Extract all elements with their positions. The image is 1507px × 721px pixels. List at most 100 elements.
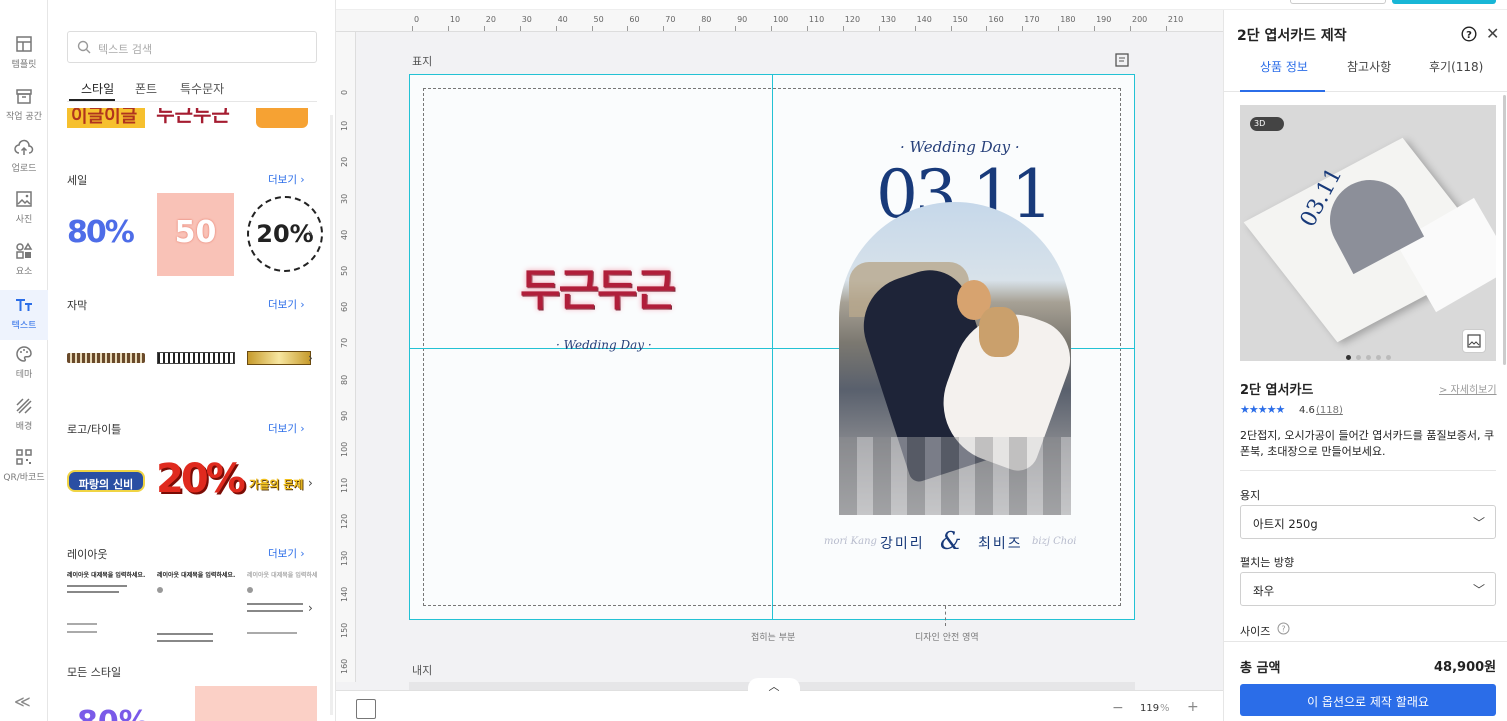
- sale-thumb-80[interactable]: 80%: [67, 215, 145, 255]
- chevron-down-icon: ﹀: [1472, 583, 1485, 597]
- style-thumb[interactable]: [195, 686, 317, 721]
- ruler-tick-label: 30: [340, 193, 349, 204]
- tab-font[interactable]: 폰트: [135, 80, 157, 97]
- section-title-layout: 레이아웃: [67, 548, 108, 561]
- more-link-caption[interactable]: 더보기 ›: [268, 297, 305, 312]
- ruler-tick-label: 70: [665, 15, 676, 24]
- header-button[interactable]: [1290, 0, 1386, 4]
- title-dugeun[interactable]: 두근두근: [520, 254, 676, 318]
- style-thumb[interactable]: 이글이글: [67, 108, 145, 128]
- header-primary-button[interactable]: [1392, 0, 1496, 4]
- tab-reviews[interactable]: 후기(118): [1429, 58, 1483, 75]
- total-value: 48,900원: [1434, 660, 1497, 675]
- ruler-tick-label: 120: [844, 15, 861, 24]
- product-image[interactable]: 03.11 3D: [1240, 105, 1496, 361]
- panel-scrollbar[interactable]: [330, 115, 333, 715]
- zoom-out-button[interactable]: −: [1112, 700, 1124, 716]
- tab-style[interactable]: 스타일: [81, 80, 114, 97]
- logo-thumb[interactable]: 파랑의 신비: [67, 470, 145, 492]
- template-icon: [16, 36, 32, 52]
- caption-thumb[interactable]: [157, 352, 235, 364]
- safe-label: 디자인 안전 영역: [915, 633, 979, 643]
- image-icon[interactable]: [1462, 329, 1486, 353]
- style-thumb[interactable]: [256, 108, 312, 128]
- rail-item-qr[interactable]: QR/바코드: [0, 447, 48, 497]
- workspace-icon: [16, 89, 32, 104]
- zoom-value[interactable]: 119: [1140, 703, 1159, 714]
- page-thumb-button[interactable]: [356, 699, 376, 719]
- ruler-tick: [483, 26, 485, 31]
- chevron-right-icon[interactable]: ›: [308, 226, 313, 240]
- more-link-layout[interactable]: 더보기 ›: [268, 546, 305, 561]
- ruler-tick-label: 120: [340, 514, 349, 530]
- layout-thumb[interactable]: 레이아웃 대제목을 입력하세요.: [157, 570, 237, 648]
- 3d-toggle[interactable]: 3D: [1250, 117, 1284, 131]
- left-wedding-day[interactable]: · Wedding Day ·: [556, 338, 652, 352]
- carousel-dots[interactable]: [1346, 345, 1396, 360]
- zoom-in-button[interactable]: +: [1187, 699, 1199, 715]
- rail-item-upload[interactable]: 업로드: [0, 138, 48, 188]
- ruler-tick: [950, 26, 952, 31]
- fold-direction-select[interactable]: 좌우 ﹀: [1240, 572, 1496, 606]
- review-count[interactable]: (118): [1316, 405, 1343, 416]
- ampersand[interactable]: &: [940, 527, 961, 555]
- ruler-tick-label: 100: [773, 15, 789, 24]
- help-icon[interactable]: ?: [1277, 622, 1290, 635]
- rail-item-theme[interactable]: 테마: [0, 344, 48, 394]
- rail-item-background[interactable]: 배경: [0, 396, 48, 446]
- chevron-up-icon[interactable]: ︿: [748, 678, 800, 693]
- logo-thumb[interactable]: 가을의 문제: [249, 476, 315, 498]
- bottom-toolbar: [336, 690, 1223, 721]
- ruler-tick-label: 150: [340, 622, 349, 638]
- rail-item-workspace[interactable]: 작업 공간: [0, 86, 48, 136]
- upload-icon: [14, 139, 34, 155]
- bride-en[interactable]: bizj Choi: [1032, 536, 1076, 547]
- ruler-tick: [663, 26, 665, 31]
- rail-item-elements[interactable]: 요소: [0, 241, 48, 291]
- groom-en[interactable]: mori Kang: [824, 536, 877, 547]
- ruler-tick-label: 140: [340, 586, 349, 602]
- chevron-right-icon[interactable]: ›: [308, 476, 313, 490]
- chevron-right-icon[interactable]: ›: [308, 601, 313, 615]
- memo-icon[interactable]: [1115, 53, 1129, 67]
- close-icon[interactable]: ✕: [1486, 24, 1499, 43]
- bride-name[interactable]: 최비즈: [978, 533, 1023, 553]
- chevron-right-icon[interactable]: ›: [308, 351, 313, 365]
- style-thumb[interactable]: 80%: [77, 705, 167, 721]
- cover-label: 표지: [412, 55, 433, 68]
- ruler-tick-label: 0: [414, 15, 420, 24]
- rail-item-text[interactable]: 텍스트: [0, 290, 48, 340]
- product-description: 2단접지, 오시가공이 들어간 엽서카드를 품질보증서, 쿠폰북, 초대장으로 …: [1240, 429, 1495, 458]
- rail-item-template[interactable]: 템플릿: [0, 34, 48, 84]
- groom-name[interactable]: 강미리: [880, 533, 925, 553]
- ruler-tick-label: 110: [808, 15, 825, 24]
- fold-direction-label: 펼치는 방향: [1240, 556, 1295, 569]
- ruler-tick-label: 140: [916, 15, 932, 24]
- order-button[interactable]: 이 옵션으로 제작 할래요: [1240, 684, 1496, 716]
- more-link-sale[interactable]: 더보기 ›: [268, 172, 305, 187]
- tab-special-char[interactable]: 특수문자: [180, 80, 224, 97]
- couple-photo[interactable]: [839, 202, 1071, 515]
- collapse-icon[interactable]: ≪: [14, 692, 31, 711]
- panel-scrollbar[interactable]: [1503, 95, 1506, 365]
- search-icon: [77, 40, 91, 54]
- layout-thumb[interactable]: 레이아웃 대제목을 입력하세요.: [67, 570, 147, 648]
- sale-thumb-50[interactable]: 50: [157, 193, 234, 276]
- more-link-logo[interactable]: 더보기 ›: [268, 421, 305, 436]
- right-wedding-day[interactable]: · Wedding Day ·: [900, 138, 1020, 156]
- detail-link[interactable]: > 자세히보기: [1439, 381, 1497, 396]
- tab-product-info[interactable]: 상품 정보: [1260, 58, 1308, 75]
- rail-item-photo[interactable]: 사진: [0, 189, 48, 239]
- style-thumb[interactable]: 두근두근: [154, 108, 232, 128]
- tab-notes[interactable]: 참고사항: [1347, 58, 1391, 75]
- paper-select[interactable]: 아트지 250g ﹀: [1240, 505, 1496, 539]
- caption-thumb[interactable]: [67, 353, 145, 363]
- zoom-unit: %: [1160, 703, 1170, 714]
- caption-thumb[interactable]: [247, 351, 311, 365]
- layout-thumb[interactable]: 레이아웃 대제목을 입력하세요.: [247, 570, 317, 648]
- logo-thumb[interactable]: 20%: [156, 456, 246, 508]
- help-icon[interactable]: ?: [1461, 26, 1477, 42]
- tab-underline: [1240, 90, 1325, 92]
- search-input[interactable]: 텍스트 검색: [67, 31, 317, 63]
- ruler-tick: [1165, 26, 1167, 31]
